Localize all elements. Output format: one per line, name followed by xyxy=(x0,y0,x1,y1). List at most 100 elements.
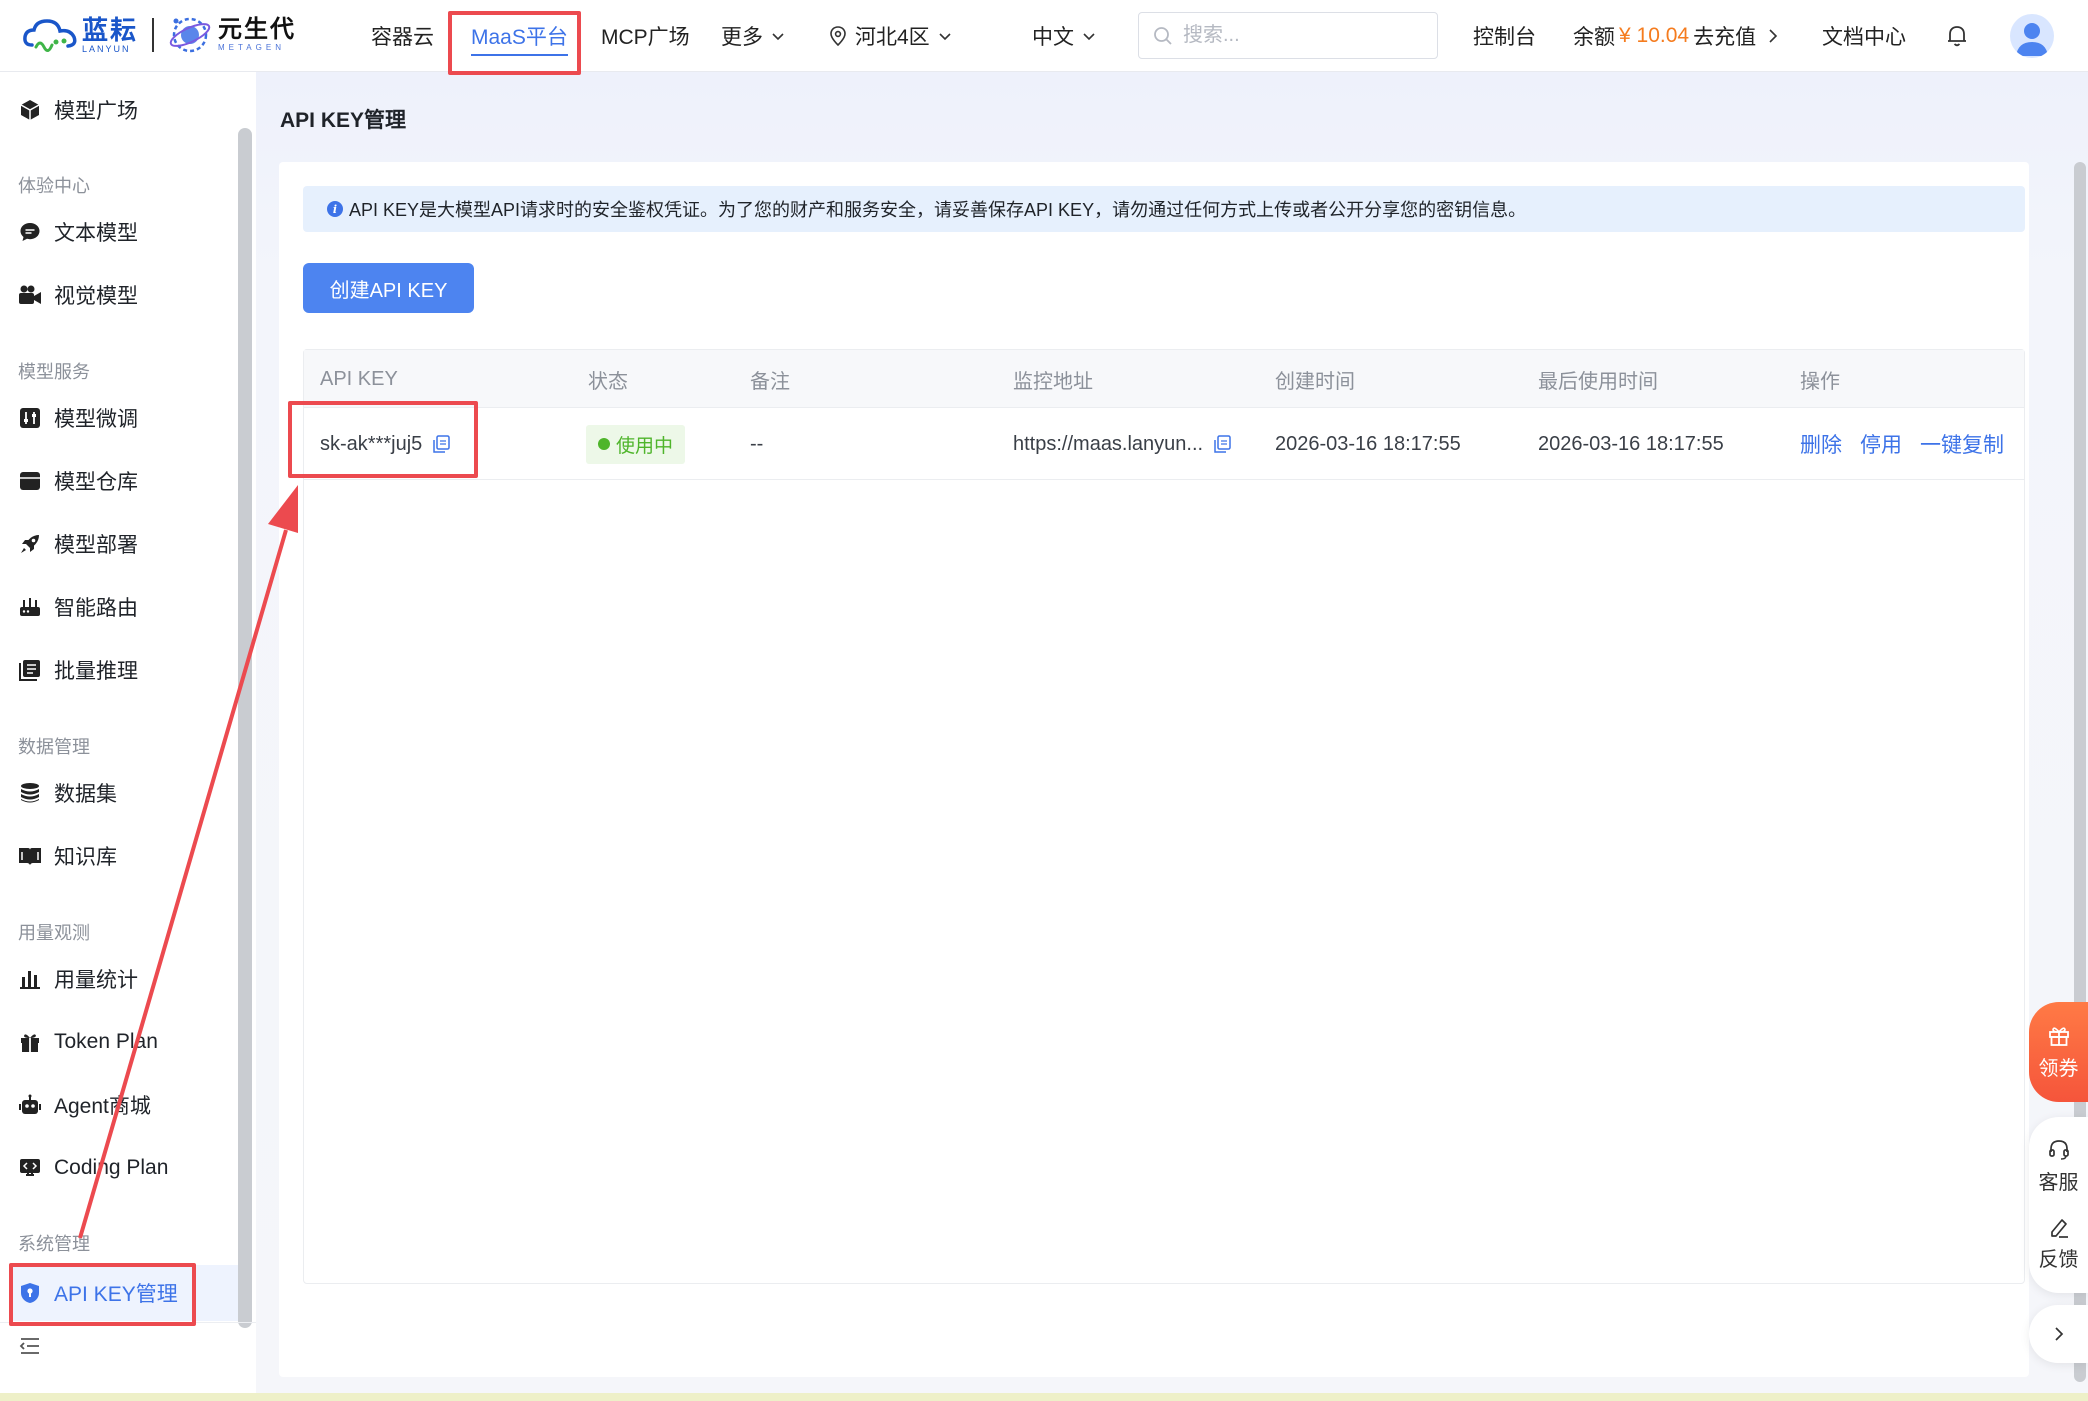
monitor-url-cell: https://maas.lanyun... xyxy=(1013,408,1231,480)
support-panel: 客服 反馈 xyxy=(2029,1117,2088,1293)
sidebar-item-token-plan[interactable]: Token Plan xyxy=(18,1022,158,1062)
security-alert: i API KEY是大模型API请求时的安全鉴权凭证。为了您的财产和服务安全，请… xyxy=(303,186,2025,232)
user-avatar-icon xyxy=(2016,23,2048,56)
copy-icon[interactable] xyxy=(1213,435,1231,453)
coupon-button[interactable]: 领券 xyxy=(2029,1002,2088,1102)
sidebar-item-model-plaza[interactable]: 模型广场 xyxy=(18,90,138,130)
delete-button[interactable]: 删除 xyxy=(1800,429,1842,459)
sidebar-item-label: 模型部署 xyxy=(54,534,138,557)
sidebar-item-label: 用量统计 xyxy=(54,969,138,992)
sidebar-item-label: 知识库 xyxy=(54,846,117,869)
sidebar-item-label: API KEY管理 xyxy=(54,1283,178,1306)
status-dot xyxy=(598,438,610,450)
chevron-down-icon xyxy=(772,33,784,41)
bell-icon[interactable] xyxy=(1944,22,1970,48)
customer-service-button[interactable]: 客服 xyxy=(2039,1138,2079,1195)
video-camera-icon xyxy=(18,283,42,307)
metagen-logo: 元生代 METAGEN xyxy=(168,13,296,57)
gift-icon xyxy=(18,1030,42,1054)
sidebar-item-label: Token Plan xyxy=(54,1030,158,1053)
sidebar-item-deploy[interactable]: 模型部署 xyxy=(18,524,138,564)
region-selector[interactable]: 河北4区 xyxy=(829,0,952,72)
status-cell: 使用中 xyxy=(586,408,686,480)
user-avatar[interactable] xyxy=(2010,14,2054,58)
api-key-cell: sk-ak***juj5 xyxy=(320,408,451,480)
logo-divider xyxy=(152,18,155,52)
remark-cell: -- xyxy=(750,432,764,455)
nav-mcp-plaza[interactable]: MCP广场 xyxy=(601,0,690,72)
search-box[interactable] xyxy=(1138,12,1438,59)
sidebar-item-dataset[interactable]: 数据集 xyxy=(18,773,117,813)
sidebar-scrollbar[interactable] xyxy=(238,128,252,1328)
sidebar-item-batch[interactable]: 批量推理 xyxy=(18,650,138,690)
customer-service-label: 客服 xyxy=(2038,1171,2079,1194)
sidebar-item-agent-mall[interactable]: Agent商城 xyxy=(18,1085,151,1125)
sidebar-item-label: 模型广场 xyxy=(54,100,138,123)
feedback-button[interactable]: 反馈 xyxy=(2039,1215,2079,1272)
alert-text: API KEY是大模型API请求时的安全鉴权凭证。为了您的财产和服务安全，请妥善… xyxy=(349,200,1527,220)
chat-bubble-icon xyxy=(18,220,42,244)
headset-icon xyxy=(2048,1139,2069,1160)
search-input[interactable] xyxy=(1183,24,1413,47)
top-navbar: 蓝耘 LANYUN 元生代 METAGEN 容器云 MaaS平台 MCP广场 更… xyxy=(0,0,2088,72)
sidebar-item-coding-plan[interactable]: Coding Plan xyxy=(18,1148,168,1188)
create-api-key-button[interactable]: 创建API KEY xyxy=(303,263,474,313)
sidebar-item-vision-model[interactable]: 视觉模型 xyxy=(18,275,138,315)
docs-center-link[interactable]: 文档中心 xyxy=(1822,0,1906,72)
column-header-remark: 备注 xyxy=(750,370,790,393)
copy-all-button[interactable]: 一键复制 xyxy=(1920,429,2004,459)
sidebar-item-finetune[interactable]: 模型微调 xyxy=(18,398,138,438)
bar-chart-icon xyxy=(18,967,42,991)
status-label: 使用中 xyxy=(616,435,674,457)
feedback-label: 反馈 xyxy=(2038,1249,2079,1272)
archive-box-icon xyxy=(18,469,42,493)
coupon-label: 领券 xyxy=(2038,1057,2079,1080)
sidebar-item-label: 批量推理 xyxy=(54,660,138,683)
sidebar-group-model-service: 模型服务 xyxy=(18,362,90,382)
balance-label: 余额 xyxy=(1573,26,1615,49)
sidebar-item-label: Coding Plan xyxy=(54,1156,169,1179)
language-selector[interactable]: 中文 xyxy=(1032,0,1096,72)
expand-float-button[interactable] xyxy=(2029,1305,2088,1363)
column-header-actions: 操作 xyxy=(1800,370,1840,393)
chevron-down-icon xyxy=(939,33,951,41)
actions-cell: 删除 停用 一键复制 xyxy=(1800,408,2022,480)
sidebar: 模型广场 体验中心 文本模型 视觉模型 模型服务 模型微调 模型仓库 模型部署 … xyxy=(0,72,256,1401)
sidebar-divider xyxy=(0,1322,256,1323)
sidebar-group-usage: 用量观测 xyxy=(18,923,90,943)
sidebar-item-label: 视觉模型 xyxy=(54,285,138,308)
logo[interactable]: 蓝耘 LANYUN 元生代 METAGEN xyxy=(22,12,296,58)
sidebar-item-label: 模型仓库 xyxy=(54,471,138,494)
monitor-url-value: https://maas.lanyun... xyxy=(1013,432,1204,455)
sidebar-item-api-key-mgmt[interactable]: API KEY管理 xyxy=(18,1273,178,1313)
nav-more-dropdown[interactable]: 更多 xyxy=(721,0,785,72)
sidebar-item-routing[interactable]: 智能路由 xyxy=(18,587,138,627)
sidebar-item-usage-stats[interactable]: 用量统计 xyxy=(18,959,138,999)
nav-container-cloud[interactable]: 容器云 xyxy=(371,0,434,72)
copy-icon[interactable] xyxy=(432,435,451,453)
nav-maas-platform-label: MaaS平台 xyxy=(471,26,568,49)
disable-button[interactable]: 停用 xyxy=(1860,429,1902,459)
balance-recharge[interactable]: 余额 ¥ 10.04 去充值 xyxy=(1573,0,1780,72)
sidebar-item-text-model[interactable]: 文本模型 xyxy=(18,212,138,252)
created-time-cell: 2026-03-16 18:17:55 xyxy=(1275,432,1461,455)
last-used-time-cell: 2026-03-16 18:17:55 xyxy=(1538,432,1724,455)
code-monitor-icon xyxy=(18,1156,42,1180)
collapse-menu-icon[interactable] xyxy=(18,1334,42,1358)
api-key-table: API KEY 状态 备注 监控地址 创建时间 最后使用时间 操作 sk-ak*… xyxy=(303,349,2025,1284)
sidebar-item-label: 数据集 xyxy=(54,783,117,806)
nav-maas-platform[interactable]: MaaS平台 xyxy=(465,0,574,72)
pen-edit-icon xyxy=(2050,1219,2068,1239)
sliders-icon xyxy=(18,406,42,430)
lanyun-logo: 蓝耘 LANYUN xyxy=(22,17,138,54)
logo-lanyun-text: 蓝耘 xyxy=(82,14,139,45)
robot-icon xyxy=(18,1093,42,1117)
sidebar-item-knowledge[interactable]: 知识库 xyxy=(18,836,117,876)
router-icon xyxy=(18,595,42,619)
console-link[interactable]: 控制台 xyxy=(1473,0,1536,72)
recharge-link[interactable]: 去充值 xyxy=(1693,21,1756,51)
column-header-api-key: API KEY xyxy=(320,367,398,390)
logo-metagen-en: METAGEN xyxy=(218,43,285,52)
sidebar-item-model-repo[interactable]: 模型仓库 xyxy=(18,461,138,501)
sidebar-item-label: 文本模型 xyxy=(54,222,138,245)
